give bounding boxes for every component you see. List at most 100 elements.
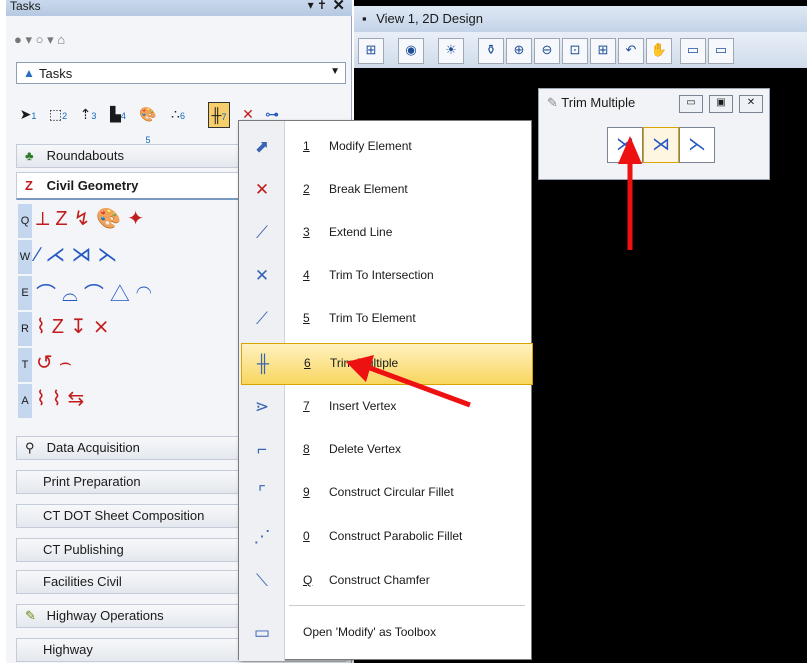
window-area-icon[interactable]: ⊡ bbox=[562, 38, 588, 64]
display-style-icon[interactable]: ◉ bbox=[398, 38, 424, 64]
menu-item-modify-element[interactable]: ⬈ 1 Modify Element bbox=[241, 127, 531, 167]
manipulate-icon[interactable]: ⇡3 bbox=[78, 102, 98, 126]
menu-item-label: Extend Line bbox=[329, 225, 393, 239]
menu-item-label: Trim To Element bbox=[329, 311, 416, 325]
group-label: Civil Geometry bbox=[46, 178, 139, 193]
view-toolbar: ⊞ ◉ ☀ ⚱ ⊕ ⊖ ⊡ ⊞ ↶ ✋ ▭ ▭ bbox=[354, 32, 807, 68]
row-tools[interactable]: ∕⋌⋊⋋ bbox=[36, 242, 123, 267]
group-label: Highway Operations bbox=[46, 608, 164, 623]
tasks-panel-title: Tasks bbox=[6, 0, 352, 16]
row-tools[interactable]: ↺⌢ bbox=[36, 350, 78, 375]
trim-tool-2[interactable]: ⋊ bbox=[643, 127, 679, 163]
zoom-in-icon[interactable]: ⊕ bbox=[506, 38, 532, 64]
menu-item-number: 9 bbox=[303, 485, 310, 499]
menu-item-insert-vertex[interactable]: ⋗ 7 Insert Vertex bbox=[241, 387, 531, 427]
row-key: Q bbox=[18, 204, 32, 238]
break-element-icon: ✕ bbox=[254, 180, 270, 199]
toolbox-icon: ✎ bbox=[547, 95, 558, 110]
menu-item-construct-chamfer[interactable]: ⟍ Q Construct Chamfer bbox=[241, 561, 531, 601]
toolbox-title: ✎ Trim Multiple bbox=[547, 95, 635, 111]
view-previous-icon[interactable]: ▭ bbox=[680, 38, 706, 64]
circular-fillet-icon: ⌜ bbox=[258, 483, 266, 502]
row-tools[interactable]: ⌒⌓⌒△◠ bbox=[36, 278, 158, 307]
menu-item-label: Delete Vertex bbox=[329, 442, 402, 456]
tasks-combo-value: Tasks bbox=[39, 66, 73, 81]
parabolic-fillet-icon: ⋰ bbox=[253, 527, 271, 546]
tool-row-r: R ⌇Z↧⨯ bbox=[18, 312, 248, 346]
group-label: Print Preparation bbox=[43, 474, 141, 489]
menu-item-number: 8 bbox=[303, 442, 310, 456]
fence-icon[interactable]: ⬚2 bbox=[48, 102, 68, 126]
menu-item-label: Construct Circular Fillet bbox=[329, 485, 454, 499]
menu-item-label: Break Element bbox=[329, 182, 408, 196]
trim-tool-1[interactable]: ⋊ bbox=[607, 127, 643, 163]
menu-item-break-element[interactable]: ✕ 2 Break Element bbox=[241, 170, 531, 210]
roundabout-icon: ♣ bbox=[25, 148, 34, 163]
rotate-view-icon[interactable]: ↶ bbox=[618, 38, 644, 64]
minimize-icon[interactable]: ▭ bbox=[679, 95, 703, 113]
close-icon[interactable]: ✕ bbox=[739, 95, 763, 113]
group-label: CT Publishing bbox=[43, 542, 124, 557]
menu-item-trim-to-element[interactable]: ⟋ 5 Trim To Element bbox=[241, 299, 531, 339]
tasks-combo[interactable]: ▲ Tasks ▼ bbox=[16, 62, 346, 84]
row-key: T bbox=[18, 348, 32, 382]
groups-icon[interactable]: ∴6 bbox=[168, 102, 188, 126]
update-view-icon[interactable]: ⚱ bbox=[478, 38, 504, 64]
menu-item-number: 2 bbox=[303, 182, 310, 196]
highway-operations-icon: ✎ bbox=[25, 608, 36, 623]
row-tools[interactable]: ⟂Z↯🎨✦ bbox=[36, 206, 150, 231]
menu-item-label: Construct Chamfer bbox=[329, 573, 430, 587]
tool-row-a: A ⌇⌇⇆ bbox=[18, 384, 248, 418]
extend-line-icon: ⟋ bbox=[256, 223, 268, 242]
maximize-icon[interactable]: ▣ bbox=[709, 95, 733, 113]
menu-item-number: 0 bbox=[303, 529, 310, 543]
pan-view-icon[interactable]: ✋ bbox=[646, 38, 672, 64]
menu-item-number: Q bbox=[303, 573, 313, 587]
toolbox-title-text: Trim Multiple bbox=[561, 95, 636, 110]
trim-to-element-icon: ⟋ bbox=[256, 309, 268, 328]
palette-icon[interactable]: 🎨5 bbox=[138, 102, 158, 145]
panel-pin-icon[interactable]: ▾ ✝ bbox=[308, 0, 327, 12]
zoom-out-icon[interactable]: ⊖ bbox=[534, 38, 560, 64]
menu-item-delete-vertex[interactable]: ⌐ 8 Delete Vertex bbox=[241, 430, 531, 470]
menu-item-number: 5 bbox=[303, 311, 310, 325]
insert-vertex-icon: ⋗ bbox=[254, 397, 270, 416]
menu-item-open-as-toolbox[interactable]: ▭ Open 'Modify' as Toolbox bbox=[241, 613, 531, 653]
element-attributes-icon[interactable]: ▙4 bbox=[108, 102, 128, 126]
trim-multiple-toolbox[interactable]: ✎ Trim Multiple ▭ ▣ ✕ ⋊ ⋊ ⋋ bbox=[538, 88, 770, 180]
trim-to-intersection-icon: ✕ bbox=[254, 266, 270, 285]
tool-row-t: T ↺⌢ bbox=[18, 348, 248, 382]
group-label: Highway bbox=[43, 642, 93, 657]
view-title: View 1, 2D Design bbox=[376, 11, 483, 26]
tool-row-e: E ⌒⌓⌒△◠ bbox=[18, 276, 248, 310]
row-tools[interactable]: ⌇⌇⇆ bbox=[36, 386, 90, 411]
panel-close-icon[interactable]: ✕ bbox=[332, 0, 345, 14]
data-acquisition-icon: ⚲ bbox=[25, 440, 35, 455]
lighting-icon[interactable]: ☀ bbox=[438, 38, 464, 64]
menu-item-construct-parabolic-fillet[interactable]: ⋰ 0 Construct Parabolic Fillet bbox=[241, 517, 531, 557]
group-label: Facilities Civil bbox=[43, 574, 122, 589]
group-label: CT DOT Sheet Composition bbox=[43, 508, 205, 523]
view-attributes-icon[interactable]: ⊞ bbox=[358, 38, 384, 64]
chevron-down-icon[interactable]: ▼ bbox=[330, 66, 340, 77]
view-next-icon[interactable]: ▭ bbox=[708, 38, 734, 64]
row-tools[interactable]: ⌇Z↧⨯ bbox=[36, 314, 116, 339]
group-label: Data Acquisition bbox=[46, 440, 140, 455]
menu-item-number: 1 bbox=[303, 139, 310, 153]
trim-multiple-icon: ╫ bbox=[256, 354, 270, 373]
row-key: R bbox=[18, 312, 32, 346]
menu-item-trim-to-intersection[interactable]: ✕ 4 Trim To Intersection bbox=[241, 256, 531, 296]
menu-item-number: 4 bbox=[303, 268, 310, 282]
menu-item-trim-multiple[interactable]: ╫ 6 Trim Multiple bbox=[241, 343, 533, 385]
modify-tool-icon[interactable]: ╫7 bbox=[208, 102, 230, 128]
trim-tool-3[interactable]: ⋋ bbox=[679, 127, 715, 163]
fit-view-icon[interactable]: ⊞ bbox=[590, 38, 616, 64]
menu-item-label: Trim Multiple bbox=[330, 356, 399, 370]
nav-buttons[interactable]: ● ▾ ○ ▾ ⌂ bbox=[14, 32, 65, 48]
menu-item-construct-circular-fillet[interactable]: ⌜ 9 Construct Circular Fillet bbox=[241, 473, 531, 513]
civil-geometry-icon: Z bbox=[25, 178, 33, 193]
view-window-icon: ▪ bbox=[362, 11, 367, 26]
modify-element-icon: ⬈ bbox=[254, 137, 270, 156]
menu-item-extend-line[interactable]: ⟋ 3 Extend Line bbox=[241, 213, 531, 253]
select-element-icon[interactable]: ➤1 bbox=[18, 102, 38, 126]
